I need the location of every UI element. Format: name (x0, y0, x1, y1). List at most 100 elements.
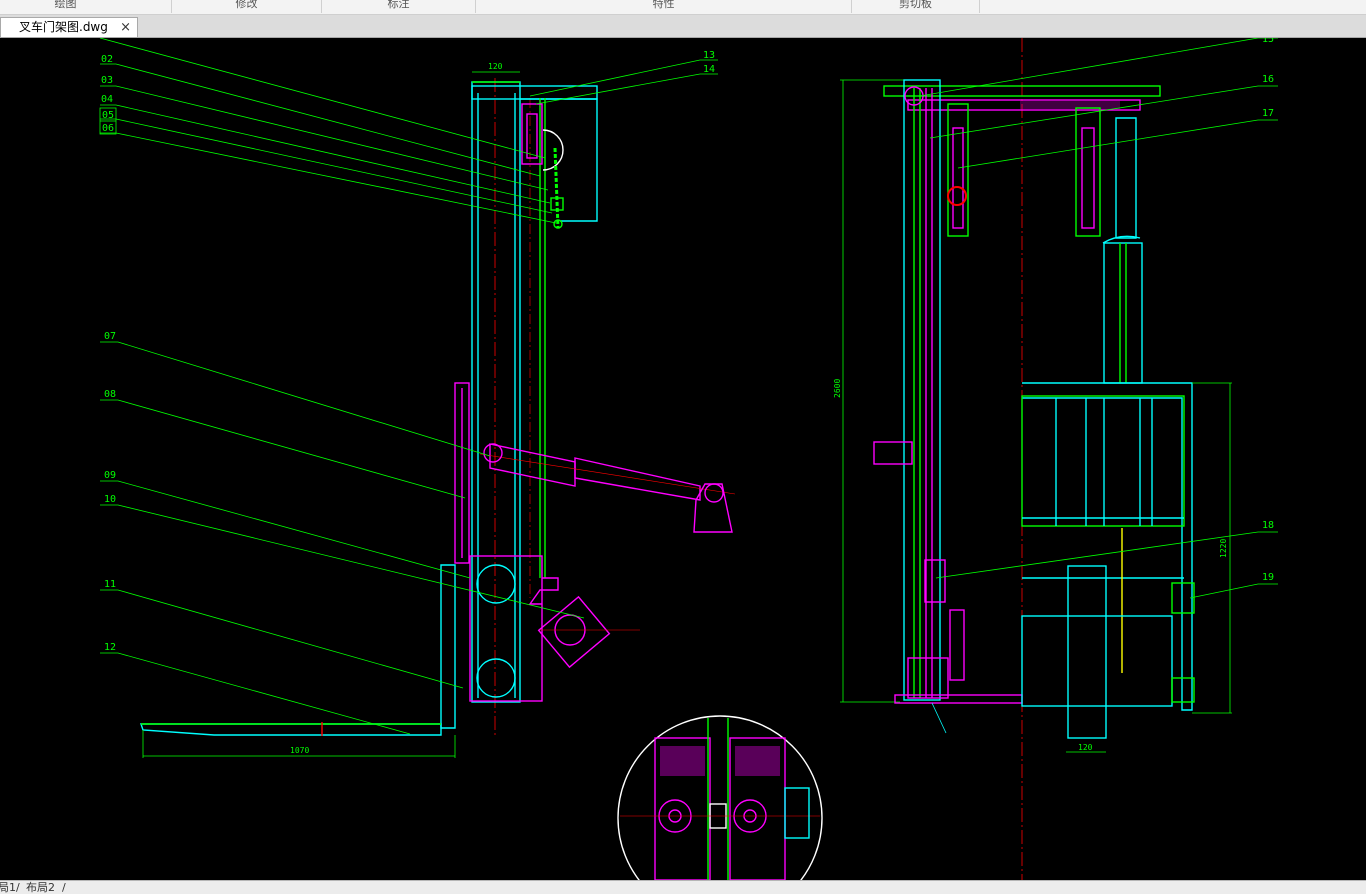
detail-circle (617, 715, 823, 880)
detail-hatch (735, 746, 780, 776)
leader-line (100, 399, 466, 499)
layout-tab-bar: 局1 / 布局2 / (0, 880, 1366, 894)
leader-label: 10 (104, 494, 116, 505)
ribbon-group-label: 修改 (235, 0, 258, 10)
lift-cylinder-rod (526, 113, 538, 159)
dimension-text-height: 2600 (833, 379, 842, 398)
leader-label: 02 (101, 54, 113, 65)
layout-tab[interactable]: 布局2 (26, 881, 55, 894)
cylinder-right-rod (1081, 127, 1095, 229)
leader-line (100, 504, 585, 619)
backrest (1021, 395, 1185, 527)
leader-label: 08 (104, 389, 116, 400)
break-line (1102, 235, 1141, 244)
carriage-block (924, 559, 946, 603)
roller (476, 564, 516, 604)
leader-label: 07 (104, 331, 116, 342)
layout-tab[interactable]: 局1 (0, 881, 16, 894)
ribbon-group-annotate[interactable]: 标注 (322, 0, 476, 13)
leader-label: 13 (703, 50, 715, 61)
top-plate-hatch (1020, 101, 1120, 109)
anchor-leader (931, 702, 947, 734)
document-tab[interactable]: 叉车门架图.dwg × (0, 17, 138, 37)
fork-front (1067, 565, 1107, 739)
ribbon-group-label: 标注 (387, 0, 410, 10)
tab-divider: / (62, 881, 66, 894)
leader-line (100, 104, 551, 204)
detail-view (617, 715, 823, 880)
leader-line (100, 652, 411, 735)
leader-line (100, 132, 557, 224)
dimension-text-carriage: 1220 (1219, 539, 1228, 558)
side-roller (873, 441, 913, 465)
leader-label: 18 (1262, 520, 1274, 531)
ribbon-toolbar: 绘图 修改 标注 特性 剪切板 (0, 0, 1366, 15)
chain-lower (949, 609, 965, 681)
piston-rod (1115, 117, 1137, 239)
chain-pulley (542, 129, 564, 171)
dimension-text-fork: 1070 (290, 746, 309, 755)
leader-label: 03 (101, 75, 113, 86)
roller (476, 658, 516, 698)
leader-line (1189, 583, 1278, 599)
mast-front-view: 2600 1220 120 (833, 79, 1232, 753)
ribbon-group-properties[interactable]: 特性 (476, 0, 852, 13)
leader-label: 19 (1262, 572, 1274, 583)
tilt-cylinder (489, 443, 576, 487)
tab-divider: / (16, 881, 20, 894)
leader-label: 11 (104, 579, 116, 590)
left-leaders (99, 38, 718, 735)
tilt-pivot (704, 483, 724, 503)
leader-label: 09 (104, 470, 116, 481)
drawing-canvas[interactable]: 1070 120 02 03 04 05 06 07 08 09 10 11 1… (0, 38, 1366, 880)
leader-line (929, 85, 1278, 139)
leader-line (957, 119, 1278, 169)
leader-line (100, 85, 549, 191)
leader-label: 17 (1262, 108, 1274, 119)
lift-cylinder (521, 103, 543, 165)
cylinder-left (947, 103, 969, 237)
dimension-text-bottom: 120 (1078, 743, 1093, 752)
carriage-plate (1021, 615, 1173, 707)
chain (553, 147, 560, 229)
cylinder-right (1075, 107, 1101, 237)
leader-label: 14 (703, 64, 715, 75)
right-leaders (919, 38, 1278, 599)
mast-head (471, 85, 598, 100)
close-icon[interactable]: × (120, 18, 131, 37)
fork-upright (440, 564, 456, 729)
ribbon-group-modify[interactable]: 修改 (172, 0, 322, 13)
leader-label: 12 (104, 642, 116, 653)
upright-outer (903, 79, 941, 701)
leader-line (529, 59, 718, 97)
ribbon-group-label: 剪切板 (899, 0, 932, 10)
ribbon-group-label: 特性 (652, 0, 675, 10)
leader-line (100, 118, 553, 214)
leader-label: 06 (102, 123, 114, 134)
leader-line (100, 341, 491, 457)
cad-drawing[interactable]: 1070 120 02 03 04 05 06 07 08 09 10 11 1… (0, 38, 1366, 880)
leader-label: 15 (1262, 38, 1274, 45)
carriage-frame (1022, 382, 1193, 711)
axle-clamp (537, 595, 611, 669)
lower-cylinder (1103, 242, 1143, 384)
ribbon-group-clipboard[interactable]: 剪切板 (852, 0, 980, 13)
document-tab-bar: 叉车门架图.dwg × (0, 15, 1366, 38)
leader-line (100, 63, 541, 177)
lower-frame (469, 555, 543, 702)
mast-side-view: 1070 120 (140, 62, 736, 758)
cylinder-left-rod (952, 127, 964, 229)
document-tab-title: 叉车门架图.dwg (19, 20, 108, 34)
ribbon-group-label: 绘图 (54, 0, 77, 10)
leader-label: 16 (1262, 74, 1274, 85)
leader-line (100, 589, 464, 689)
detail-hatch (660, 746, 705, 776)
dimension-text-top: 120 (488, 62, 503, 71)
ribbon-group-draw[interactable]: 绘图 (0, 0, 172, 13)
fork-blade (140, 723, 442, 736)
side-rollers (1171, 677, 1195, 703)
outer-mast (471, 81, 521, 703)
detail-cyan (784, 787, 810, 839)
left-leader-labels: 02 03 04 05 06 07 08 09 10 11 12 13 14 (101, 50, 715, 653)
hook-bracket (528, 577, 559, 605)
